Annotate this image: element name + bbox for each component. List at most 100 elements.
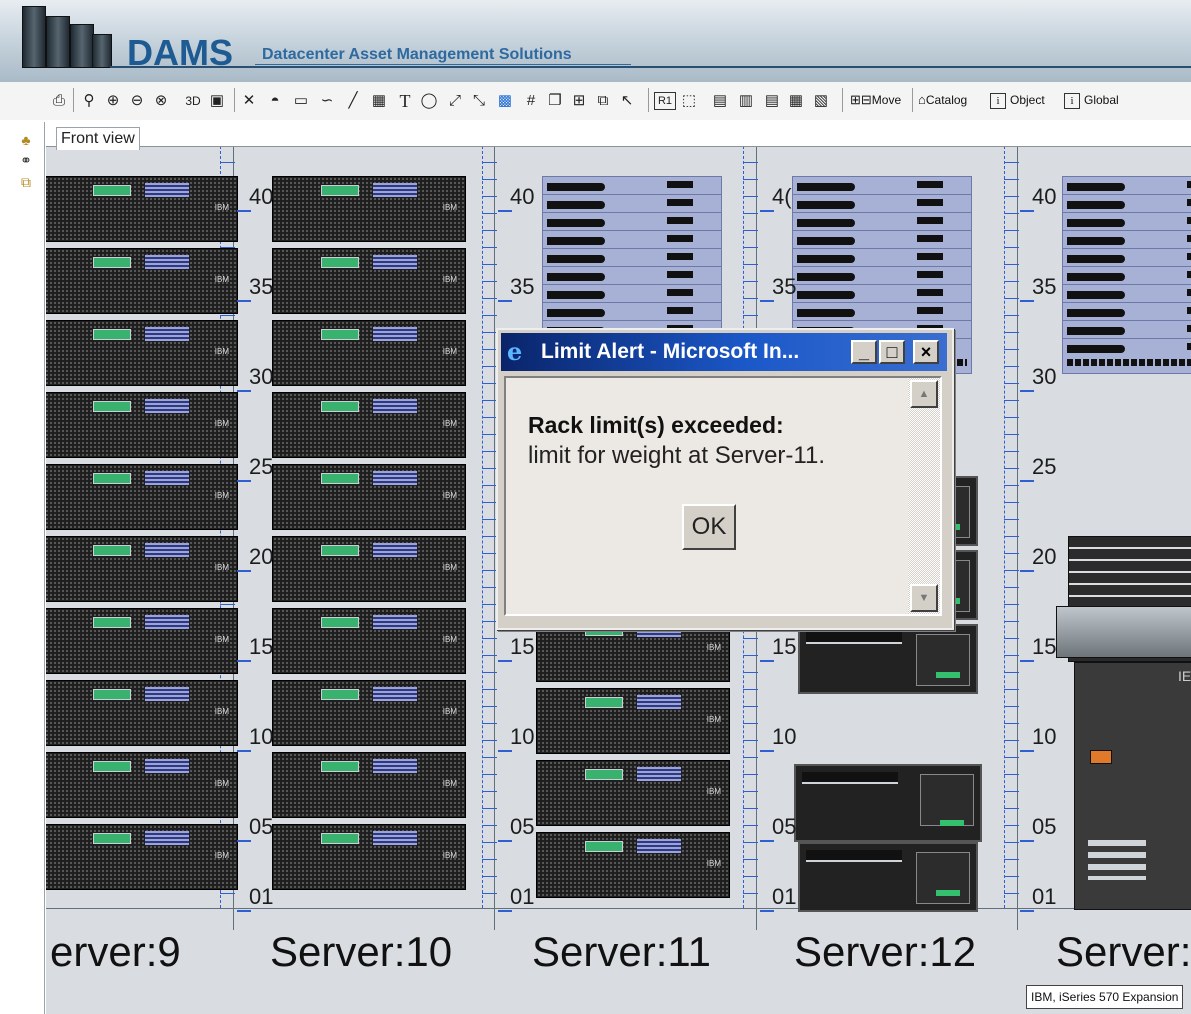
tree-icon[interactable]: ♣: [18, 132, 34, 148]
dialog-titlebar[interactable]: e Limit Alert - Microsoft In... _ □ ×: [501, 333, 947, 371]
server-unit[interactable]: IBM: [46, 536, 238, 602]
server-unit[interactable]: IBM: [536, 760, 730, 826]
catalog-button[interactable]: ⌂Catalog: [918, 90, 967, 110]
zoom-in-icon[interactable]: ⊕: [104, 92, 122, 110]
server-unit[interactable]: IBM: [46, 248, 238, 314]
copy-icon[interactable]: ❐: [546, 92, 564, 110]
u-position-label: 10: [510, 724, 535, 749]
server-unit[interactable]: IBM: [46, 608, 238, 674]
server-unit[interactable]: IBM: [46, 752, 238, 818]
switch-unit[interactable]: [1062, 338, 1191, 374]
u-tick: [237, 210, 251, 212]
server-unit[interactable]: IBM: [46, 464, 238, 530]
maximize-button[interactable]: □: [879, 340, 905, 364]
rack2-icon[interactable]: ▥: [738, 92, 754, 110]
windows-icon[interactable]: ⧉: [18, 174, 34, 190]
server-unit[interactable]: IBM: [272, 320, 466, 386]
switch-cable: [1067, 219, 1125, 227]
connector-icon[interactable]: ⤢: [446, 92, 464, 110]
ellipse-icon[interactable]: ◯: [420, 92, 438, 110]
server-unit[interactable]: IBM: [272, 752, 466, 818]
tab-front-view[interactable]: Front view: [56, 127, 140, 150]
iseries-unit[interactable]: [798, 624, 978, 694]
server-unit[interactable]: IBM: [272, 248, 466, 314]
server-unit[interactable]: IBM: [536, 688, 730, 754]
paint-bucket-icon[interactable]: ◓: [266, 92, 284, 110]
ibm-logo: IBM: [706, 715, 721, 724]
rack-name-server-10[interactable]: Server:10: [270, 928, 452, 976]
grid-icon[interactable]: #: [522, 92, 540, 110]
image-icon[interactable]: ▩: [496, 92, 514, 110]
server-unit[interactable]: IBM: [272, 608, 466, 674]
server-unit[interactable]: IBM: [272, 392, 466, 458]
rack-name-server-13[interactable]: Server:: [1056, 928, 1191, 976]
u-tick: [498, 840, 512, 842]
printer-icon[interactable]: ⎙: [50, 92, 68, 110]
device-icon[interactable]: ▦: [788, 92, 804, 110]
ibm-logo: IBM: [214, 707, 229, 716]
rack-name-server-9[interactable]: erver:9: [50, 928, 181, 976]
u-position-label: 25: [1032, 454, 1057, 479]
rack-icon[interactable]: ▤: [712, 92, 728, 110]
server-unit[interactable]: IBM: [272, 824, 466, 890]
move-button[interactable]: ⊞⊟Move: [850, 90, 901, 110]
ibm-logo: IBM: [214, 419, 229, 428]
rack3-icon[interactable]: ▤: [764, 92, 780, 110]
connector2-icon[interactable]: ⤡: [470, 92, 488, 110]
dialog-scrollbar[interactable]: ▲ ▼: [908, 378, 940, 614]
u-position-label: 05: [510, 814, 535, 839]
scroll-down-button[interactable]: ▼: [910, 584, 938, 612]
server-unit[interactable]: IBM: [46, 176, 238, 242]
camera-icon[interactable]: ▣: [208, 92, 226, 110]
zoom-icon[interactable]: ⚲: [80, 92, 98, 110]
ibm-logo: IBM: [214, 491, 229, 500]
delete-icon[interactable]: ✕: [240, 92, 258, 110]
server-unit[interactable]: IBM: [46, 824, 238, 890]
switch-tag: [917, 199, 943, 206]
iseries-bay: [916, 634, 970, 686]
ibm-logo: IBM: [442, 635, 457, 644]
u-tick: [237, 570, 251, 572]
server-unit[interactable]: IBM: [536, 832, 730, 898]
server-front-panel: [321, 401, 359, 412]
binoculars-icon[interactable]: ⚭: [18, 152, 34, 168]
3d-icon[interactable]: 3D: [182, 92, 204, 110]
zoom-fit-icon[interactable]: ⊗: [152, 92, 170, 110]
scroll-up-button[interactable]: ▲: [910, 380, 938, 408]
table-icon[interactable]: ▦: [370, 92, 388, 110]
ungroup-icon[interactable]: ⧉: [594, 92, 612, 110]
server-unit[interactable]: IBM: [46, 392, 238, 458]
u-position-label: 05: [772, 814, 797, 839]
switch-cable: [1067, 345, 1125, 353]
object-button[interactable]: i Object: [990, 90, 1045, 110]
box-3d-icon[interactable]: ⬚: [680, 92, 698, 110]
pointer-icon[interactable]: ↖: [618, 92, 636, 110]
server-drive-bars: [373, 471, 417, 485]
minimize-button[interactable]: _: [851, 340, 877, 364]
line-icon[interactable]: ╱: [344, 92, 362, 110]
r1-icon[interactable]: R1: [654, 92, 676, 110]
rack-name-server-11[interactable]: Server:11: [532, 928, 711, 976]
curve-icon[interactable]: ∽: [318, 92, 336, 110]
global-button[interactable]: i Global: [1064, 90, 1119, 110]
rack-name-server-12[interactable]: Server:12: [794, 928, 976, 976]
server-unit[interactable]: IBM: [272, 536, 466, 602]
device2-icon[interactable]: ▧: [812, 92, 830, 110]
rectangle-icon[interactable]: ▭: [292, 92, 310, 110]
switch-tag: [1187, 217, 1191, 224]
server-unit[interactable]: IBM: [46, 680, 238, 746]
iseries-unit[interactable]: [794, 764, 982, 842]
iseries-unit[interactable]: [798, 842, 978, 912]
zoom-out-icon[interactable]: ⊖: [128, 92, 146, 110]
server-unit[interactable]: IBM: [272, 680, 466, 746]
ok-button[interactable]: OK: [682, 504, 736, 550]
text-icon[interactable]: T: [396, 92, 414, 110]
close-button[interactable]: ×: [913, 340, 939, 364]
u-tick: [1020, 660, 1034, 662]
switch-cable: [797, 237, 855, 245]
server-unit[interactable]: IBM: [46, 320, 238, 386]
server-unit[interactable]: IBM: [272, 176, 466, 242]
server-front-panel: [93, 329, 131, 340]
server-unit[interactable]: IBM: [272, 464, 466, 530]
group-icon[interactable]: ⊞: [570, 92, 588, 110]
